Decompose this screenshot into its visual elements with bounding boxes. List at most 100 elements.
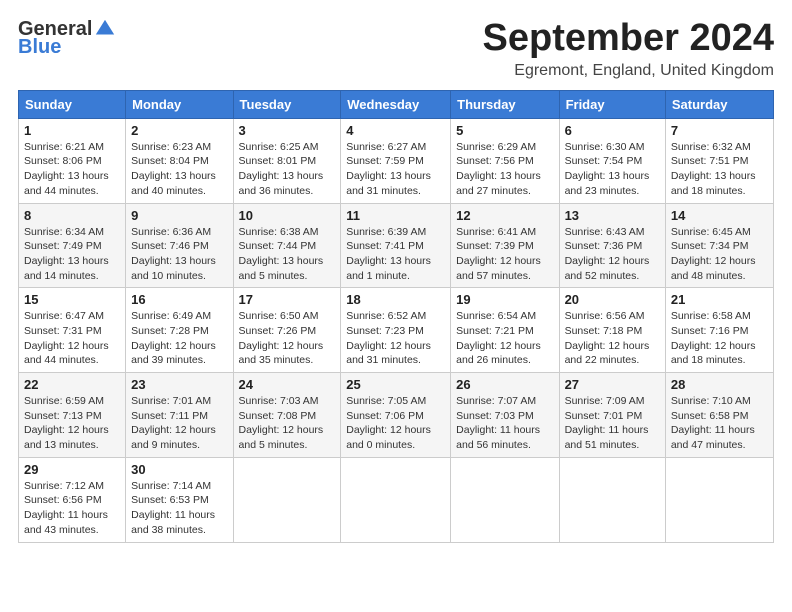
day-number: 14 — [671, 208, 768, 223]
day-detail: Sunrise: 6:21 AMSunset: 8:06 PMDaylight:… — [24, 141, 109, 197]
day-cell-7: 7 Sunrise: 6:32 AMSunset: 7:51 PMDayligh… — [665, 118, 773, 203]
empty-cell — [341, 457, 451, 542]
day-cell-1: 1 Sunrise: 6:21 AMSunset: 8:06 PMDayligh… — [19, 118, 126, 203]
day-cell-15: 15 Sunrise: 6:47 AMSunset: 7:31 PMDaylig… — [19, 288, 126, 373]
day-detail: Sunrise: 6:50 AMSunset: 7:26 PMDaylight:… — [239, 310, 324, 366]
day-cell-27: 27 Sunrise: 7:09 AMSunset: 7:01 PMDaylig… — [559, 373, 665, 458]
day-cell-5: 5 Sunrise: 6:29 AMSunset: 7:56 PMDayligh… — [451, 118, 559, 203]
day-detail: Sunrise: 6:43 AMSunset: 7:36 PMDaylight:… — [565, 226, 650, 282]
day-cell-6: 6 Sunrise: 6:30 AMSunset: 7:54 PMDayligh… — [559, 118, 665, 203]
day-cell-28: 28 Sunrise: 7:10 AMSunset: 6:58 PMDaylig… — [665, 373, 773, 458]
day-cell-12: 12 Sunrise: 6:41 AMSunset: 7:39 PMDaylig… — [451, 203, 559, 288]
day-cell-16: 16 Sunrise: 6:49 AMSunset: 7:28 PMDaylig… — [126, 288, 233, 373]
logo-icon — [94, 18, 116, 40]
weekday-header-monday: Monday — [126, 90, 233, 118]
day-number: 3 — [239, 123, 336, 138]
day-cell-18: 18 Sunrise: 6:52 AMSunset: 7:23 PMDaylig… — [341, 288, 451, 373]
location-title: Egremont, England, United Kingdom — [483, 62, 775, 80]
day-cell-8: 8 Sunrise: 6:34 AMSunset: 7:49 PMDayligh… — [19, 203, 126, 288]
day-number: 22 — [24, 377, 120, 392]
header: General Blue September 2024 Egremont, En… — [18, 18, 774, 80]
logo-blue-text: Blue — [18, 36, 61, 59]
calendar-page: General Blue September 2024 Egremont, En… — [0, 0, 792, 612]
day-detail: Sunrise: 7:12 AMSunset: 6:56 PMDaylight:… — [24, 480, 108, 536]
day-cell-30: 30 Sunrise: 7:14 AMSunset: 6:53 PMDaylig… — [126, 457, 233, 542]
day-number: 9 — [131, 208, 227, 223]
day-cell-20: 20 Sunrise: 6:56 AMSunset: 7:18 PMDaylig… — [559, 288, 665, 373]
week-row-4: 22 Sunrise: 6:59 AMSunset: 7:13 PMDaylig… — [19, 373, 774, 458]
day-detail: Sunrise: 6:58 AMSunset: 7:16 PMDaylight:… — [671, 310, 756, 366]
day-detail: Sunrise: 7:07 AMSunset: 7:03 PMDaylight:… — [456, 395, 540, 451]
week-row-5: 29 Sunrise: 7:12 AMSunset: 6:56 PMDaylig… — [19, 457, 774, 542]
day-number: 20 — [565, 292, 660, 307]
day-cell-14: 14 Sunrise: 6:45 AMSunset: 7:34 PMDaylig… — [665, 203, 773, 288]
day-number: 16 — [131, 292, 227, 307]
day-detail: Sunrise: 6:27 AMSunset: 7:59 PMDaylight:… — [346, 141, 431, 197]
empty-cell — [233, 457, 341, 542]
day-number: 27 — [565, 377, 660, 392]
day-number: 21 — [671, 292, 768, 307]
day-number: 10 — [239, 208, 336, 223]
day-number: 2 — [131, 123, 227, 138]
day-cell-13: 13 Sunrise: 6:43 AMSunset: 7:36 PMDaylig… — [559, 203, 665, 288]
day-number: 6 — [565, 123, 660, 138]
day-number: 17 — [239, 292, 336, 307]
weekday-header-row: SundayMondayTuesdayWednesdayThursdayFrid… — [19, 90, 774, 118]
day-detail: Sunrise: 6:59 AMSunset: 7:13 PMDaylight:… — [24, 395, 109, 451]
day-detail: Sunrise: 6:52 AMSunset: 7:23 PMDaylight:… — [346, 310, 431, 366]
day-cell-9: 9 Sunrise: 6:36 AMSunset: 7:46 PMDayligh… — [126, 203, 233, 288]
month-title: September 2024 — [483, 18, 775, 60]
day-cell-11: 11 Sunrise: 6:39 AMSunset: 7:41 PMDaylig… — [341, 203, 451, 288]
day-cell-4: 4 Sunrise: 6:27 AMSunset: 7:59 PMDayligh… — [341, 118, 451, 203]
day-number: 24 — [239, 377, 336, 392]
empty-cell — [559, 457, 665, 542]
day-cell-26: 26 Sunrise: 7:07 AMSunset: 7:03 PMDaylig… — [451, 373, 559, 458]
weekday-header-tuesday: Tuesday — [233, 90, 341, 118]
day-number: 8 — [24, 208, 120, 223]
day-number: 25 — [346, 377, 445, 392]
day-detail: Sunrise: 7:14 AMSunset: 6:53 PMDaylight:… — [131, 480, 215, 536]
day-cell-24: 24 Sunrise: 7:03 AMSunset: 7:08 PMDaylig… — [233, 373, 341, 458]
weekday-header-wednesday: Wednesday — [341, 90, 451, 118]
day-detail: Sunrise: 7:09 AMSunset: 7:01 PMDaylight:… — [565, 395, 649, 451]
day-detail: Sunrise: 6:45 AMSunset: 7:34 PMDaylight:… — [671, 226, 756, 282]
day-number: 4 — [346, 123, 445, 138]
day-cell-10: 10 Sunrise: 6:38 AMSunset: 7:44 PMDaylig… — [233, 203, 341, 288]
day-detail: Sunrise: 6:41 AMSunset: 7:39 PMDaylight:… — [456, 226, 541, 282]
day-number: 1 — [24, 123, 120, 138]
day-detail: Sunrise: 6:56 AMSunset: 7:18 PMDaylight:… — [565, 310, 650, 366]
day-detail: Sunrise: 7:05 AMSunset: 7:06 PMDaylight:… — [346, 395, 431, 451]
day-cell-17: 17 Sunrise: 6:50 AMSunset: 7:26 PMDaylig… — [233, 288, 341, 373]
week-row-1: 1 Sunrise: 6:21 AMSunset: 8:06 PMDayligh… — [19, 118, 774, 203]
day-cell-22: 22 Sunrise: 6:59 AMSunset: 7:13 PMDaylig… — [19, 373, 126, 458]
day-number: 28 — [671, 377, 768, 392]
day-detail: Sunrise: 7:01 AMSunset: 7:11 PMDaylight:… — [131, 395, 216, 451]
day-number: 15 — [24, 292, 120, 307]
day-cell-3: 3 Sunrise: 6:25 AMSunset: 8:01 PMDayligh… — [233, 118, 341, 203]
day-number: 29 — [24, 462, 120, 477]
day-cell-19: 19 Sunrise: 6:54 AMSunset: 7:21 PMDaylig… — [451, 288, 559, 373]
day-detail: Sunrise: 6:25 AMSunset: 8:01 PMDaylight:… — [239, 141, 324, 197]
logo: General Blue — [18, 18, 116, 59]
calendar-table: SundayMondayTuesdayWednesdayThursdayFrid… — [18, 90, 774, 543]
weekday-header-sunday: Sunday — [19, 90, 126, 118]
day-detail: Sunrise: 6:36 AMSunset: 7:46 PMDaylight:… — [131, 226, 216, 282]
day-number: 7 — [671, 123, 768, 138]
week-row-3: 15 Sunrise: 6:47 AMSunset: 7:31 PMDaylig… — [19, 288, 774, 373]
day-number: 26 — [456, 377, 553, 392]
day-number: 5 — [456, 123, 553, 138]
day-detail: Sunrise: 6:34 AMSunset: 7:49 PMDaylight:… — [24, 226, 109, 282]
day-detail: Sunrise: 6:47 AMSunset: 7:31 PMDaylight:… — [24, 310, 109, 366]
day-number: 19 — [456, 292, 553, 307]
week-row-2: 8 Sunrise: 6:34 AMSunset: 7:49 PMDayligh… — [19, 203, 774, 288]
day-number: 30 — [131, 462, 227, 477]
day-cell-2: 2 Sunrise: 6:23 AMSunset: 8:04 PMDayligh… — [126, 118, 233, 203]
weekday-header-saturday: Saturday — [665, 90, 773, 118]
empty-cell — [665, 457, 773, 542]
day-detail: Sunrise: 6:32 AMSunset: 7:51 PMDaylight:… — [671, 141, 756, 197]
day-cell-29: 29 Sunrise: 7:12 AMSunset: 6:56 PMDaylig… — [19, 457, 126, 542]
day-number: 23 — [131, 377, 227, 392]
day-cell-25: 25 Sunrise: 7:05 AMSunset: 7:06 PMDaylig… — [341, 373, 451, 458]
empty-cell — [451, 457, 559, 542]
day-detail: Sunrise: 6:49 AMSunset: 7:28 PMDaylight:… — [131, 310, 216, 366]
